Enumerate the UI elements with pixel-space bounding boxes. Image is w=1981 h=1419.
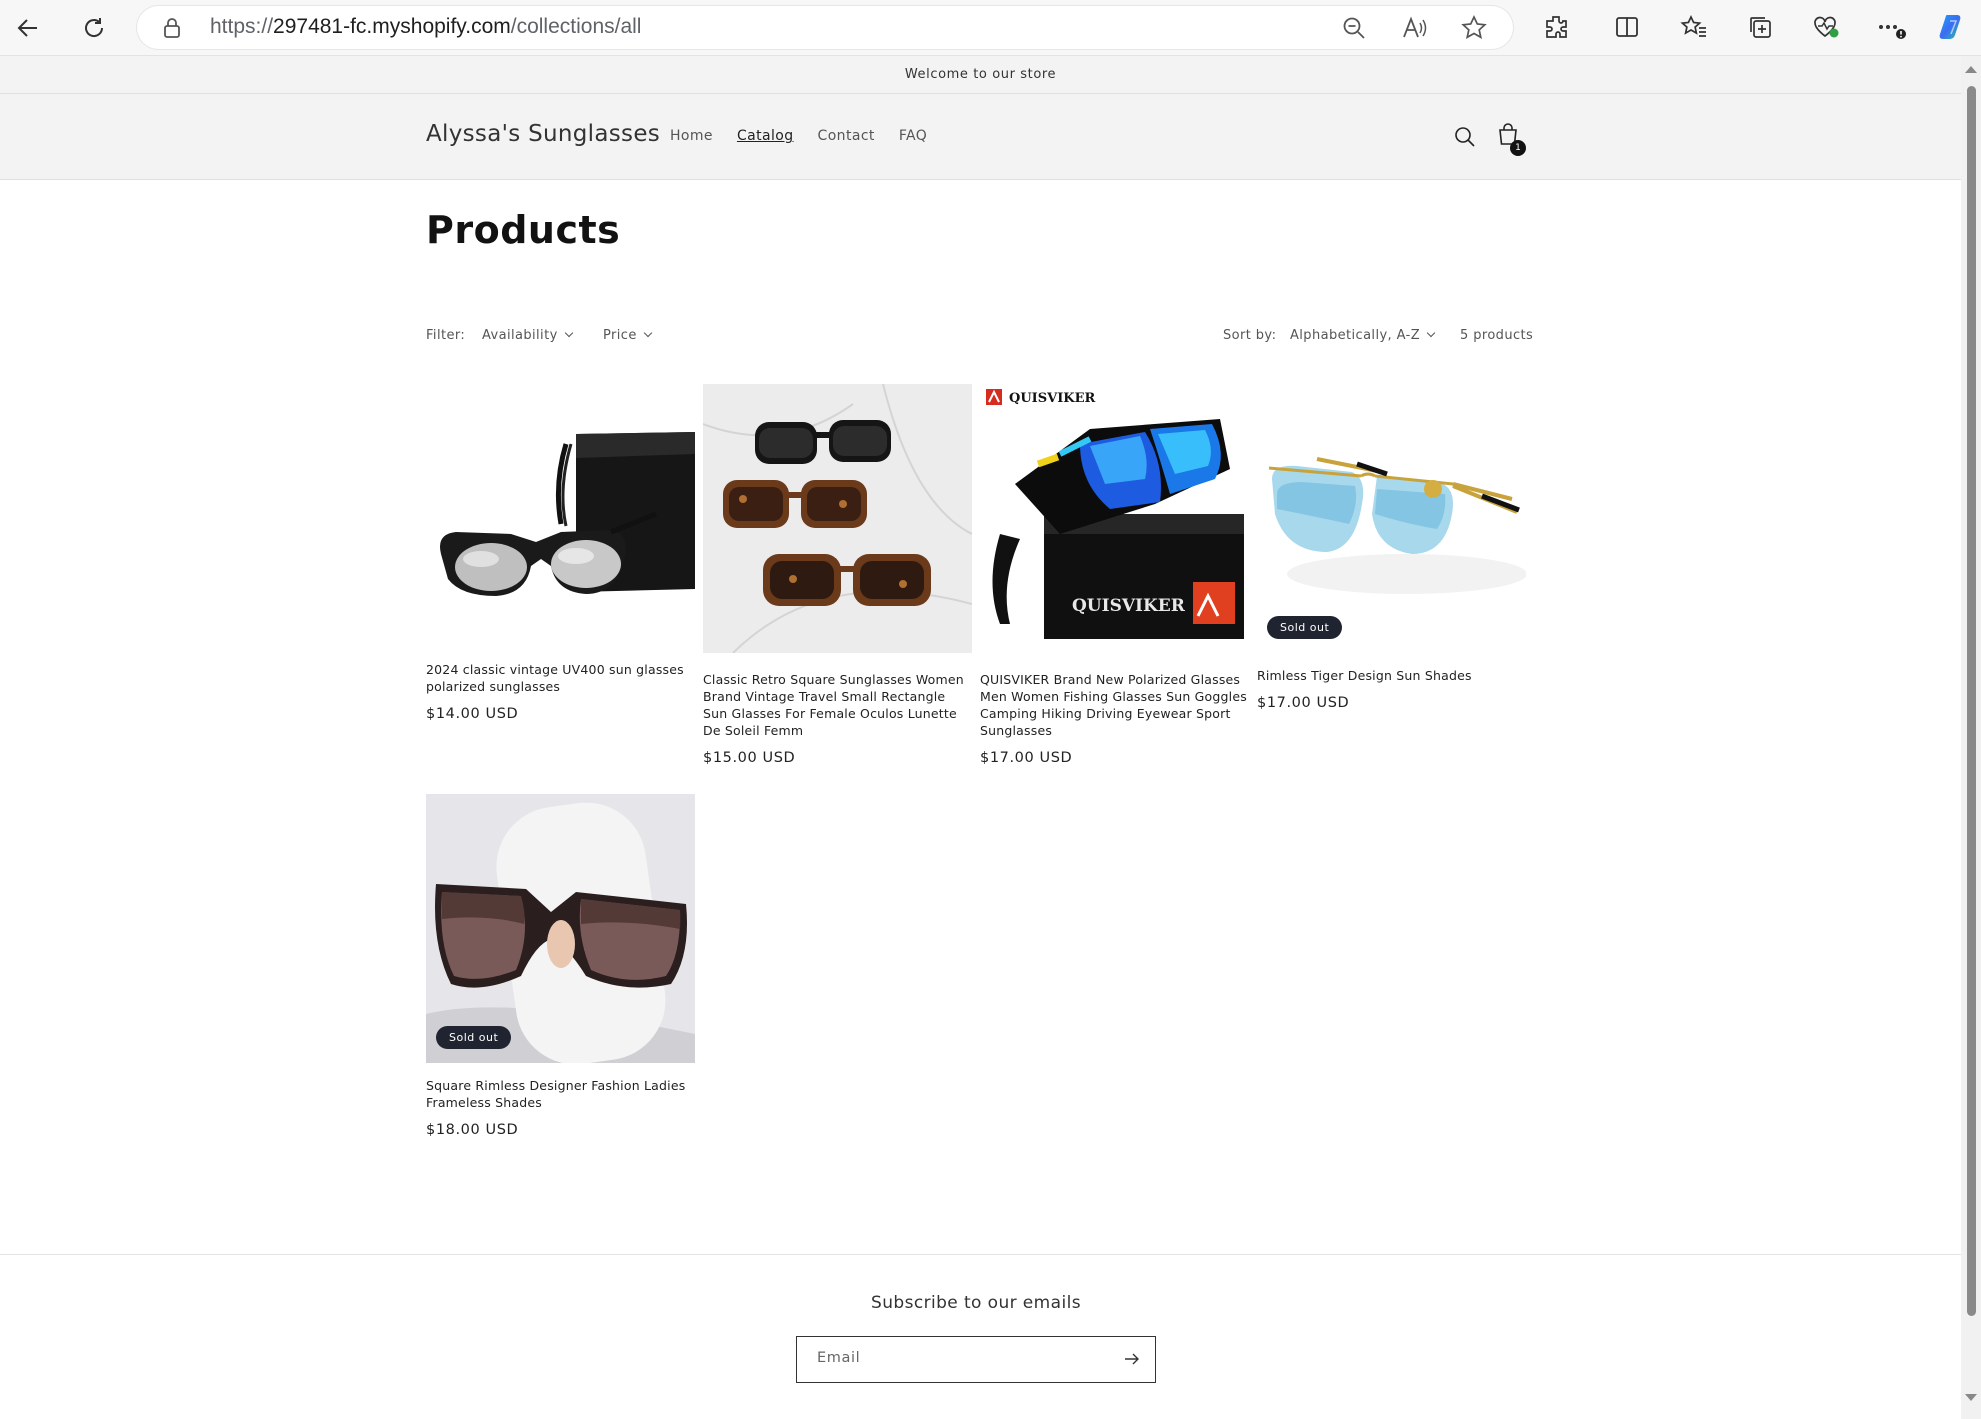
product-image[interactable] — [703, 384, 972, 653]
brand-logo-text: QUISVIKER — [1009, 391, 1096, 406]
nav-contact[interactable]: Contact — [818, 128, 875, 144]
product-price: $14.00 USD — [426, 706, 519, 722]
scroll-down-icon[interactable] — [1965, 1394, 1977, 1401]
web-page: Welcome to our store Alyssa's Sunglasses… — [0, 56, 1961, 1419]
scroll-thumb[interactable] — [1967, 86, 1976, 1316]
nav-home[interactable]: Home — [670, 128, 713, 144]
sold-out-badge: Sold out — [1267, 616, 1343, 639]
product-price: $18.00 USD — [426, 1122, 519, 1138]
product-card[interactable]: QUISVIKER QUISVIKER QUISVIKER Brand New … — [980, 384, 1249, 766]
search-icon[interactable] — [1453, 125, 1477, 153]
product-image[interactable]: QUISVIKER QUISVIKER — [980, 384, 1249, 653]
chevron-down-icon — [564, 328, 573, 338]
product-title[interactable]: Square Rimless Designer Fashion Ladies F… — [426, 1077, 695, 1111]
product-card[interactable]: Classic Retro Square Sunglasses Women Br… — [703, 384, 972, 766]
product-title[interactable]: Classic Retro Square Sunglasses Women Br… — [703, 671, 972, 739]
address-bar[interactable]: https://297481-fc.myshopify.com/collecti… — [137, 6, 1513, 49]
read-aloud-icon[interactable] — [1401, 15, 1427, 41]
newsletter-title: Subscribe to our emails — [871, 1293, 1081, 1313]
copilot-icon[interactable] — [1938, 12, 1968, 42]
filter-bar: Filter: Availability Price Sort by: Alph… — [426, 328, 1533, 352]
product-price: $17.00 USD — [980, 750, 1073, 766]
scroll-up-icon[interactable] — [1965, 66, 1977, 73]
url-text: https://297481-fc.myshopify.com/collecti… — [210, 15, 642, 38]
product-image[interactable] — [426, 384, 695, 653]
page-scrollbar[interactable] — [1961, 56, 1981, 1419]
nav-catalog[interactable]: Catalog — [737, 128, 794, 144]
product-price: $15.00 USD — [703, 750, 796, 766]
filter-availability-label: Availability — [482, 328, 558, 343]
cart-count-badge: 1 — [1510, 140, 1526, 156]
sold-out-badge: Sold out — [436, 1026, 512, 1049]
product-image[interactable]: Sold out — [1257, 384, 1526, 653]
nav-faq[interactable]: FAQ — [899, 128, 927, 144]
more-icon[interactable] — [1876, 12, 1906, 42]
filter-availability[interactable]: Availability — [482, 328, 573, 343]
sort-label: Sort by: — [1223, 328, 1277, 343]
product-title[interactable]: 2024 classic vintage UV400 sun glasses p… — [426, 661, 695, 695]
product-card[interactable]: 2024 classic vintage UV400 sun glasses p… — [426, 384, 695, 722]
svg-text:QUISVIKER: QUISVIKER — [1072, 596, 1186, 616]
store-logo[interactable]: Alyssa's Sunglasses — [426, 121, 660, 147]
lock-icon[interactable] — [163, 17, 181, 43]
collections-icon[interactable] — [1745, 12, 1775, 42]
browser-toolbar: https://297481-fc.myshopify.com/collecti… — [0, 0, 1981, 56]
page-title: Products — [426, 208, 621, 252]
product-price: $17.00 USD — [1257, 695, 1350, 711]
split-screen-icon[interactable] — [1612, 12, 1642, 42]
product-card[interactable]: Sold out Rimless Tiger Design Sun Shades… — [1257, 384, 1526, 711]
health-icon[interactable] — [1811, 12, 1841, 42]
extensions-icon[interactable] — [1541, 12, 1571, 42]
email-field[interactable]: Email — [796, 1336, 1156, 1383]
filter-price[interactable]: Price — [603, 328, 652, 343]
main-nav: Home Catalog Contact FAQ — [670, 128, 927, 144]
product-title[interactable]: Rimless Tiger Design Sun Shades — [1257, 667, 1526, 684]
product-card[interactable]: Sold out Square Rimless Designer Fashion… — [426, 794, 695, 1138]
product-image[interactable]: Sold out — [426, 794, 695, 1063]
back-icon[interactable] — [10, 10, 46, 46]
filter-price-label: Price — [603, 328, 637, 343]
zoom-out-icon[interactable] — [1341, 15, 1367, 41]
sort-select[interactable]: Alphabetically, A-Z — [1290, 328, 1436, 343]
email-placeholder: Email — [817, 1350, 861, 1366]
sort-value: Alphabetically, A-Z — [1290, 328, 1421, 343]
favorite-star-icon[interactable] — [1461, 15, 1487, 41]
footer-divider — [0, 1254, 1961, 1255]
site-header: Alyssa's Sunglasses Home Catalog Contact… — [0, 94, 1961, 180]
arrow-right-icon[interactable] — [1123, 1350, 1141, 1372]
chevron-down-icon — [1426, 328, 1436, 338]
favorites-icon[interactable] — [1679, 12, 1709, 42]
product-title[interactable]: QUISVIKER Brand New Polarized Glasses Me… — [980, 671, 1249, 739]
product-count: 5 products — [1460, 328, 1534, 343]
filter-label: Filter: — [426, 328, 466, 343]
refresh-icon[interactable] — [76, 10, 112, 46]
chevron-down-icon — [643, 328, 652, 338]
announcement-bar: Welcome to our store — [0, 56, 1961, 94]
